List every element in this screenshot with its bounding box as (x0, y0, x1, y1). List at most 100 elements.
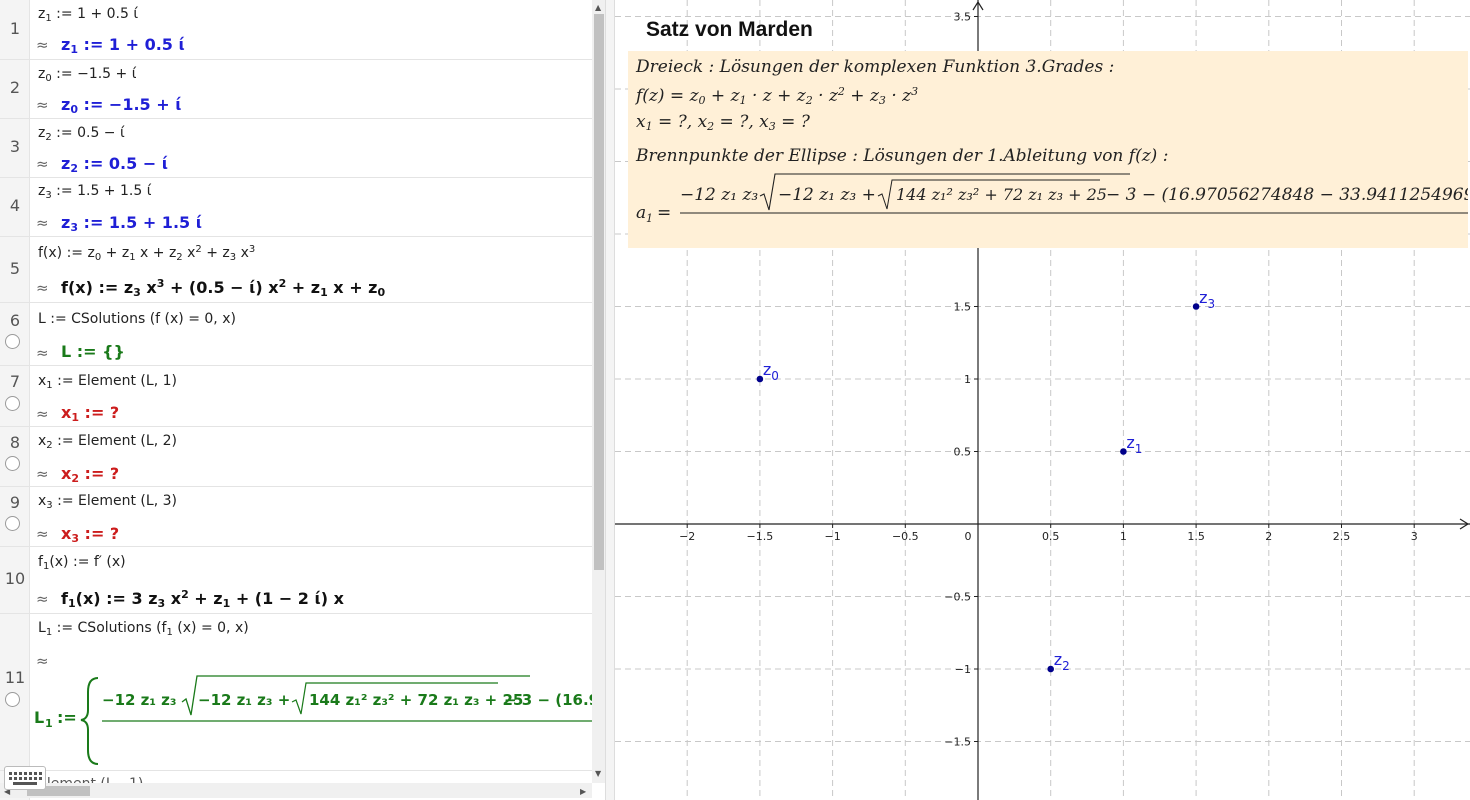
keyboard-icon[interactable] (4, 766, 46, 790)
y-tick-label: 1 (964, 373, 971, 386)
row-number: 6 (9, 311, 21, 330)
x-tick-label: 1 (1120, 530, 1127, 543)
cas-row-11[interactable]: 11 L1 := CSolutions (f1 (x) = 0, x) ≈ L … (0, 614, 592, 771)
svg-text:−12 z₁ z₃ +: −12 z₁ z₃ + (778, 185, 876, 205)
svg-text:1: 1 (45, 717, 53, 730)
approx-icon: ≈ (36, 590, 49, 608)
text-line-roots: x1 = ?, x2 = ?, x3 = ? (636, 112, 810, 133)
cas-output: L := {} (61, 342, 125, 361)
row-number: 9 (9, 493, 21, 512)
row-number: 11 (4, 668, 26, 687)
point-label-z0[interactable]: z0 (763, 360, 779, 383)
graphics-view[interactable]: −2 −1.5 −1 −0.5 0 0.5 1 1.5 2 2.5 3 3.5 1.5 1 0.5 −0.5 −… (615, 0, 1470, 800)
view-divider[interactable] (605, 0, 615, 800)
row-header[interactable]: 10 (0, 547, 30, 613)
y-tick-label: −1.5 (944, 736, 971, 749)
cas-output: z0 := −1.5 + ί (61, 95, 182, 116)
cas-input[interactable]: L1 := CSolutions (f1 (x) = 0, x) (38, 620, 249, 638)
cas-output: z3 := 1.5 + 1.5 ί (61, 213, 202, 234)
svg-text:L: L (34, 708, 44, 727)
row-header[interactable]: 9 (0, 487, 30, 546)
cas-output: z1 := 1 + 0.5 ί (61, 35, 185, 56)
cas-input[interactable]: x3 := Element (L, 3) (38, 493, 177, 511)
row-number: 7 (9, 372, 21, 391)
graphics-title[interactable]: Satz von Marden (646, 18, 813, 42)
point-label-z2[interactable]: z2 (1054, 650, 1070, 673)
cas-input[interactable]: f1(x) := f′ (x) (38, 554, 126, 572)
cas-input[interactable]: z1 := 1 + 0.5 ί (38, 6, 138, 24)
cas-input[interactable]: z3 := 1.5 + 1.5 ί (38, 183, 151, 201)
scroll-right-icon[interactable]: ▶ (580, 787, 586, 796)
cas-input[interactable]: L := CSolutions (f (x) = 0, x) (38, 311, 236, 327)
cas-row-2[interactable]: 2 z0 := −1.5 + ί ≈ z0 := −1.5 + ί (0, 60, 592, 119)
svg-text:−12 z₁ z₃ +: −12 z₁ z₃ + (198, 691, 290, 709)
approx-icon: ≈ (36, 36, 49, 54)
cas-row-8[interactable]: 8 x2 := Element (L, 2) ≈ x2 := ? (0, 427, 592, 487)
x-tick-label: 0.5 (1042, 530, 1060, 543)
svg-text::=: := (57, 708, 77, 727)
cas-input[interactable]: x1 := Element (L, 1) (38, 373, 177, 391)
row-header[interactable]: 1 (0, 0, 30, 59)
y-tick-label: −1 (955, 663, 971, 676)
approx-icon: ≈ (36, 525, 49, 543)
cas-row-9[interactable]: 9 x3 := Element (L, 3) ≈ x3 := ? (0, 487, 592, 547)
cas-input[interactable]: f(x) := z0 + z1 x + z2 x2 + z3 x3 (38, 244, 255, 263)
row-header[interactable]: 3 (0, 119, 30, 177)
row-header[interactable]: 11 (0, 614, 30, 770)
row-header[interactable]: 5 (0, 237, 30, 302)
cas-row-7[interactable]: 7 x1 := Element (L, 1) ≈ x1 := ? (0, 366, 592, 427)
row-header[interactable]: 8 (0, 427, 30, 486)
svg-text:144 z₁² z₃² + 72 z₁ z₃ + 25: 144 z₁² z₃² + 72 z₁ z₃ + 25 (896, 185, 1107, 204)
y-tick-label: −0.5 (944, 591, 971, 604)
text-line-triangle: Dreieck : Lösungen der komplexen Funktio… (636, 57, 1115, 77)
x-tick-label: −1.5 (747, 530, 774, 543)
cas-output: f(x) := z3 x3 + (0.5 − ί) x2 + z1 x + z0 (61, 277, 386, 299)
svg-text:− 3 − (16.9: − 3 − (16.9 (504, 691, 592, 709)
row-number: 4 (9, 196, 21, 215)
row-header[interactable]: 7 (0, 366, 30, 426)
cas-input[interactable]: x2 := Element (L, 2) (38, 433, 177, 451)
cas-view: 1 z1 := 1 + 0.5 ί ≈ z1 := 1 + 0.5 ί 2 z0… (0, 0, 605, 800)
visibility-toggle[interactable] (5, 692, 20, 707)
point-label-z3[interactable]: z3 (1199, 288, 1215, 311)
cas-input[interactable]: z0 := −1.5 + ί (38, 66, 136, 84)
scroll-down-icon[interactable]: ▼ (595, 769, 601, 778)
cas-input[interactable]: z2 := 0.5 − ί (38, 125, 125, 143)
row-number: 1 (9, 19, 21, 38)
row-header[interactable]: 6 (0, 303, 30, 365)
x-tick-label: 1.5 (1187, 530, 1205, 543)
approx-icon: ≈ (36, 155, 49, 173)
cas-row-6[interactable]: 6 L := CSolutions (f (x) = 0, x) ≈ L := … (0, 303, 592, 366)
row-header[interactable]: 4 (0, 178, 30, 236)
y-tick-label: 1.5 (954, 301, 972, 314)
approx-icon: ≈ (36, 214, 49, 232)
approx-icon: ≈ (36, 465, 49, 483)
x-tick-label: −2 (679, 530, 695, 543)
text-line-function: f(z) = z0 + z1 · z + z2 · z2 + z3 · z3 (636, 85, 919, 107)
point-label-z1[interactable]: z1 (1126, 433, 1142, 456)
visibility-toggle[interactable] (5, 396, 20, 411)
row-number: 5 (9, 259, 21, 278)
vertical-scroll-thumb[interactable] (594, 14, 604, 570)
approx-icon: ≈ (36, 279, 49, 297)
row-header[interactable]: 2 (0, 60, 30, 118)
row-number: 8 (9, 433, 21, 452)
svg-text:=: = (657, 203, 671, 223)
visibility-toggle[interactable] (5, 456, 20, 471)
scroll-up-icon[interactable]: ▲ (595, 3, 601, 12)
visibility-toggle[interactable] (5, 516, 20, 531)
row-number: 10 (4, 569, 26, 588)
cas-row-10[interactable]: 10 f1(x) := f′ (x) ≈ f1(x) := 3 z3 x2 + … (0, 547, 592, 614)
cas-output: x2 := ? (61, 464, 120, 485)
formula-textbox[interactable]: Dreieck : Lösungen der komplexen Funktio… (628, 51, 1468, 248)
geogebra-app: 1 z1 := 1 + 0.5 ί ≈ z1 := 1 + 0.5 ί 2 z0… (0, 0, 1470, 800)
cas-row-3[interactable]: 3 z2 := 0.5 − ί ≈ z2 := 0.5 − ί (0, 119, 592, 178)
cas-output: f1(x) := 3 z3 x2 + z1 + (1 − 2 ί) x (61, 588, 344, 610)
cas-row-1[interactable]: 1 z1 := 1 + 0.5 ί ≈ z1 := 1 + 0.5 ί (0, 0, 592, 60)
x-tick-label: 0 (965, 530, 972, 543)
svg-text:− 3 − (16.97056274848 − 33.941: − 3 − (16.97056274848 − 33.94112549695 ί… (1106, 185, 1468, 205)
cas-row-4[interactable]: 4 z3 := 1.5 + 1.5 ί ≈ z3 := 1.5 + 1.5 ί (0, 178, 592, 237)
visibility-toggle[interactable] (5, 334, 20, 349)
y-tick-label: 0.5 (954, 446, 972, 459)
cas-row-5[interactable]: 5 f(x) := z0 + z1 x + z2 x2 + z3 x3 ≈ f(… (0, 237, 592, 303)
